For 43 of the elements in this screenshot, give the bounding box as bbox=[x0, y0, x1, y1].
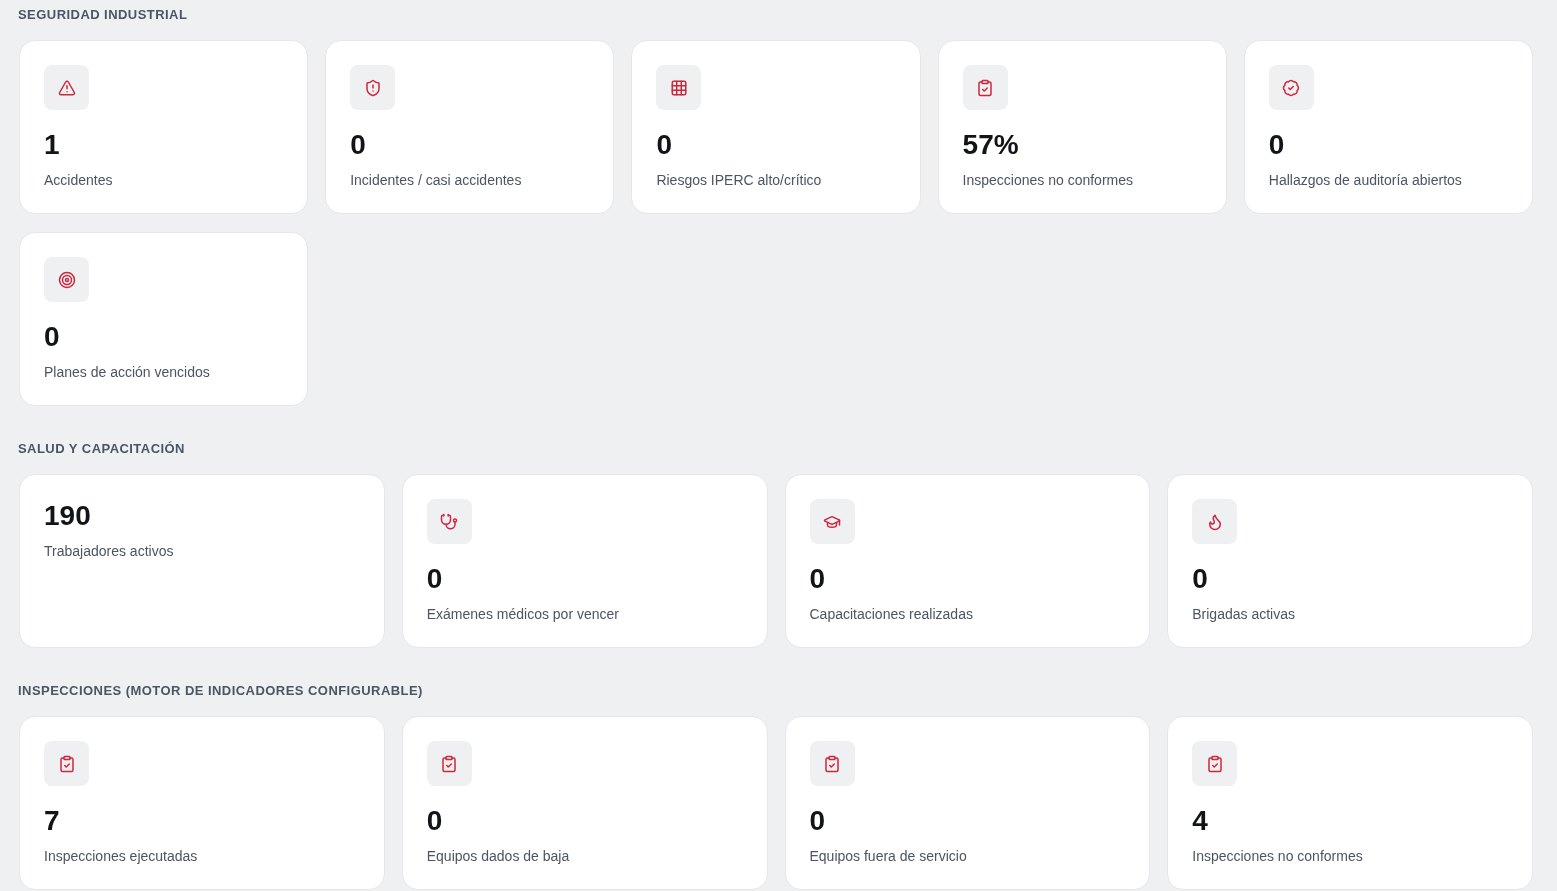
shield-alert-icon bbox=[350, 65, 396, 110]
section-title: SEGURIDAD INDUSTRIAL bbox=[18, 6, 189, 24]
stat-label: Exámenes médicos por vencer bbox=[426, 605, 619, 624]
stat-value: 0 bbox=[350, 128, 366, 162]
grid-icon bbox=[656, 65, 702, 110]
stat-value: 190 bbox=[44, 499, 91, 533]
flame-icon bbox=[1192, 499, 1238, 544]
target-icon bbox=[44, 257, 89, 302]
stat-label: Accidentes bbox=[44, 171, 113, 190]
stat-label: Equipos dados de baja bbox=[426, 847, 570, 866]
stat-label: Inspecciones no conformes bbox=[1192, 847, 1363, 866]
clipboard-check-icon bbox=[962, 65, 1008, 110]
stat-value: 0 bbox=[809, 562, 826, 596]
graduation-cap-icon bbox=[809, 499, 855, 544]
clipboard-check-icon bbox=[44, 741, 89, 786]
badge-check-icon bbox=[1268, 65, 1314, 110]
stat-value: 1 bbox=[44, 128, 60, 162]
stat-value: 0 bbox=[44, 320, 60, 354]
stat-label: Riesgos IPERC alto/crítico bbox=[656, 171, 822, 190]
stat-value: 0 bbox=[809, 804, 826, 838]
section-title: SALUD Y CAPACITACIÓN bbox=[18, 440, 186, 458]
stat-label: Equipos fuera de servicio bbox=[809, 847, 967, 866]
stethoscope-icon bbox=[426, 499, 472, 544]
section-title: INSPECCIONES (MOTOR DE INDICADORES CONFIGURABLE) bbox=[18, 682, 424, 700]
stat-label: Trabajadores activos bbox=[44, 542, 174, 561]
stat-label: Inspecciones no conformes bbox=[962, 171, 1134, 190]
stat-value: 0 bbox=[426, 804, 443, 838]
stat-value: 7 bbox=[44, 804, 60, 838]
stat-label: Inspecciones ejecutadas bbox=[44, 847, 198, 866]
stat-value: 0 bbox=[1192, 562, 1208, 596]
stat-value: 57% bbox=[962, 128, 1019, 162]
stat-label: Incidentes / casi accidentes bbox=[350, 171, 522, 190]
stat-value: 0 bbox=[656, 128, 672, 162]
stat-label: Planes de acción vencidos bbox=[44, 363, 210, 382]
stat-value: 0 bbox=[1268, 128, 1285, 162]
stat-value: 4 bbox=[1192, 804, 1208, 838]
stat-label: Hallazgos de auditoría abiertos bbox=[1268, 171, 1462, 190]
stat-label: Brigadas activas bbox=[1192, 605, 1295, 624]
clipboard-check-icon bbox=[809, 741, 855, 786]
stat-value: 0 bbox=[426, 562, 443, 596]
clipboard-check-icon bbox=[426, 741, 472, 786]
clipboard-check-icon bbox=[1192, 741, 1238, 786]
stat-label: Capacitaciones realizadas bbox=[809, 605, 973, 624]
